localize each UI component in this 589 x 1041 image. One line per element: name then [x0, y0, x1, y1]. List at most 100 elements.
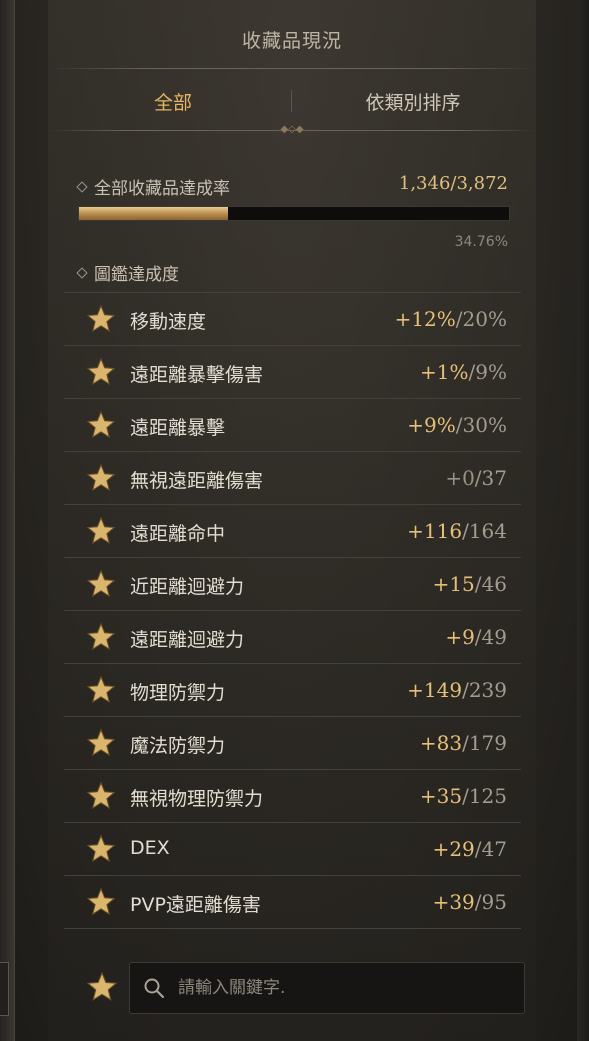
star-icon	[86, 569, 116, 598]
codex-row[interactable]: 近距離迴避力 +15/46	[64, 557, 521, 610]
codex-label: 圖鑑達成度	[94, 265, 179, 285]
codex-row[interactable]: PVP遠距離傷害 +39/95	[64, 875, 521, 929]
value-separator: /	[462, 678, 469, 702]
codex-row-value: +9%/30%	[407, 413, 507, 437]
codex-row-label: 遠距離暴擊	[130, 417, 226, 439]
codex-row-value: +149/239	[407, 678, 507, 702]
value-separator: /	[474, 890, 482, 914]
codex-row-value: +9/49	[445, 625, 507, 649]
codex-row-value: +12%/20%	[395, 307, 507, 331]
value-separator: /	[455, 307, 463, 331]
value-separator: /	[474, 572, 482, 596]
codex-row-label: 遠距離迴避力	[130, 629, 245, 651]
diamond-bullet-icon	[76, 181, 88, 193]
codex-row-value: +39/95	[433, 890, 507, 914]
codex-row-current: +35	[419, 784, 463, 808]
codex-row-label: PVP遠距離傷害	[130, 894, 261, 916]
codex-row-label: 無視遠距離傷害	[130, 470, 264, 492]
codex-row-label: 物理防禦力	[130, 682, 226, 704]
star-icon	[86, 463, 116, 492]
codex-section-label: 圖鑑達成度	[76, 260, 179, 285]
codex-row-max: 30%	[462, 413, 507, 437]
star-icon[interactable]	[86, 971, 118, 1003]
codex-row-max: 179	[468, 731, 507, 755]
codex-row[interactable]: 遠距離命中 +116/164	[64, 504, 521, 557]
codex-row-max: 46	[481, 572, 507, 596]
codex-row-current: +39	[432, 890, 475, 914]
codex-row-current: +0	[445, 466, 475, 490]
overall-progress-bar	[78, 206, 510, 221]
overall-count: 1,346/3,872	[398, 173, 508, 194]
codex-row-label: 遠距離命中	[130, 523, 226, 545]
overall-percent: 34.76%	[454, 234, 508, 250]
star-icon	[86, 410, 116, 439]
codex-row-label: 魔法防禦力	[130, 735, 226, 757]
overall-progress-fill	[79, 207, 229, 220]
search-box	[129, 962, 525, 1014]
value-separator: /	[462, 784, 469, 808]
star-icon	[86, 675, 116, 704]
overall-label: 全部收藏品達成率	[94, 179, 230, 199]
codex-row[interactable]: 無視物理防禦力 +35/125	[64, 769, 521, 822]
codex-row-current: +15	[432, 572, 475, 596]
codex-row[interactable]: 遠距離暴擊傷害 +1%/9%	[64, 345, 521, 398]
tab-by-category[interactable]: 依類別排序	[318, 88, 508, 115]
star-icon	[86, 516, 116, 545]
star-icon	[86, 887, 116, 916]
codex-row-label: 遠距離暴擊傷害	[130, 364, 264, 386]
title-divider	[48, 68, 536, 69]
overall-section-label: 全部收藏品達成率	[76, 174, 230, 199]
codex-row-value: +83/179	[420, 731, 507, 755]
left-panel-edge	[0, 0, 15, 1041]
codex-row-label: 移動速度	[130, 311, 207, 333]
codex-row-max: 164	[468, 519, 507, 543]
codex-row[interactable]: 遠距離迴避力 +9/49	[64, 610, 521, 663]
codex-row-max: 20%	[462, 307, 507, 331]
codex-row[interactable]: 移動速度 +12%/20%	[64, 292, 521, 345]
codex-row[interactable]: 遠距離暴擊 +9%/30%	[64, 398, 521, 451]
codex-row-current: +1%	[420, 360, 469, 384]
codex-row-value: +29/47	[433, 837, 507, 861]
tab-separator	[291, 90, 292, 112]
codex-row-label: DEX	[130, 837, 170, 859]
codex-row[interactable]: 物理防禦力 +149/239	[64, 663, 521, 716]
codex-row-current: +149	[407, 678, 463, 702]
star-icon	[86, 357, 116, 386]
search-input[interactable]	[176, 973, 510, 1003]
codex-row-max: 95	[481, 890, 507, 914]
codex-row-max: 239	[468, 678, 507, 702]
codex-row[interactable]: 無視遠距離傷害 +0/37	[64, 451, 521, 504]
right-panel-edge	[577, 0, 589, 1041]
star-icon	[86, 781, 116, 810]
codex-row-current: +83	[419, 731, 463, 755]
value-separator: /	[462, 519, 469, 543]
tab-bar: 全部 依類別排序 ◆◇◆	[48, 78, 536, 135]
codex-row-label: 近距離迴避力	[130, 576, 245, 598]
codex-row-label: 無視物理防禦力	[130, 788, 264, 810]
value-separator: /	[474, 837, 482, 861]
codex-row-max: 125	[468, 784, 507, 808]
codex-row-current: +12%	[394, 307, 456, 331]
codex-row-current: +116	[407, 519, 463, 543]
value-separator: /	[455, 413, 463, 437]
value-separator: /	[474, 625, 482, 649]
codex-row-current: +9	[445, 625, 475, 649]
tab-all[interactable]: 全部	[88, 88, 258, 115]
codex-row[interactable]: 魔法防禦力 +83/179	[64, 716, 521, 769]
value-separator: /	[474, 466, 482, 490]
star-icon	[86, 304, 116, 333]
star-icon	[86, 622, 116, 651]
left-panel-tab[interactable]	[0, 962, 9, 1016]
codex-row-value: +1%/9%	[420, 360, 507, 384]
ornament-icon: ◆◇◆	[280, 124, 304, 135]
page-title: 收藏品現況	[241, 30, 342, 52]
codex-row-current: +9%	[407, 413, 456, 437]
codex-row-value: +0/37	[445, 466, 507, 490]
codex-row-value: +15/46	[433, 572, 507, 596]
codex-row-current: +29	[432, 837, 475, 861]
star-icon	[86, 834, 116, 863]
codex-row-value: +35/125	[420, 784, 507, 808]
codex-row[interactable]: DEX +29/47	[64, 822, 521, 875]
search-icon[interactable]	[142, 976, 166, 1000]
value-separator: /	[462, 731, 469, 755]
